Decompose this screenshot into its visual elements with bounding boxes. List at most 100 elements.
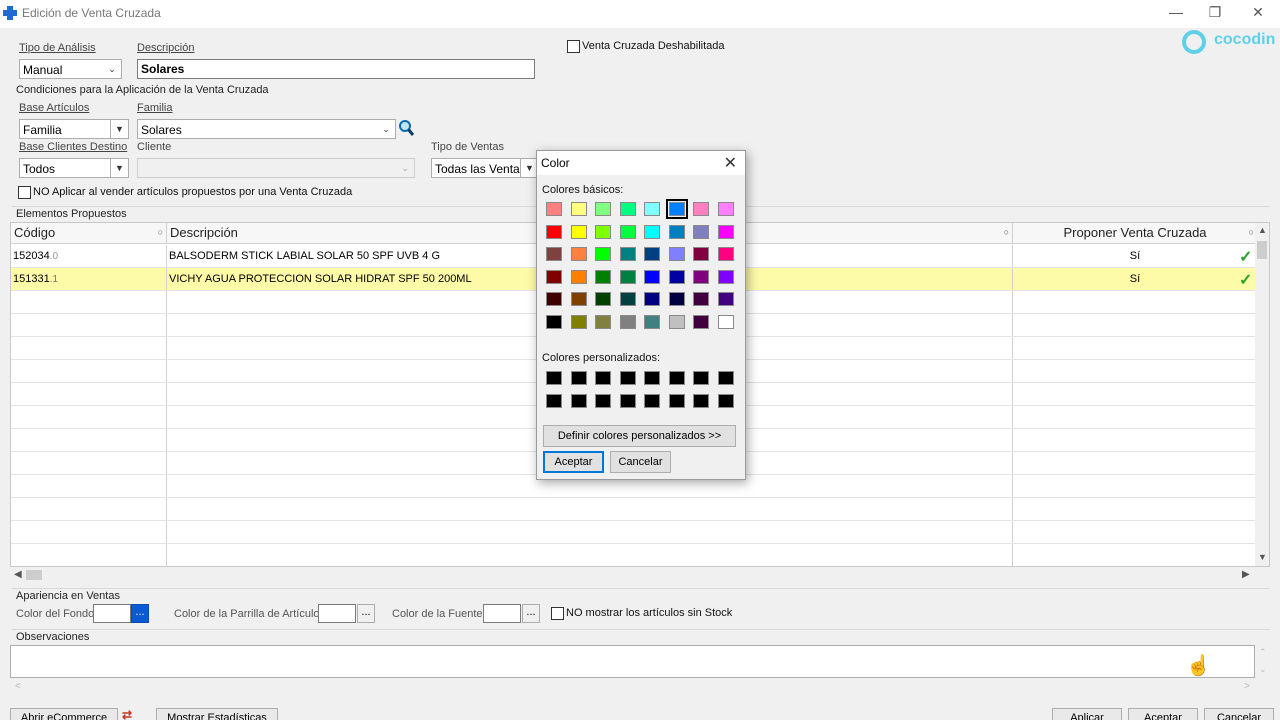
color-swatch[interactable] bbox=[665, 199, 688, 219]
define-custom-colors-button[interactable]: Definir colores personalizados >> bbox=[543, 425, 736, 447]
scroll-down-icon[interactable]: ▼ bbox=[1258, 552, 1267, 562]
color-swatch[interactable] bbox=[668, 247, 685, 261]
color-swatch[interactable] bbox=[717, 202, 734, 216]
col-proponer-header[interactable]: Proponer Venta Cruzada ○ bbox=[1013, 223, 1257, 244]
dialog-accept-button[interactable]: Aceptar bbox=[543, 451, 604, 473]
descripcion-input[interactable]: Solares bbox=[137, 59, 535, 79]
color-swatch[interactable] bbox=[717, 314, 734, 329]
color-parrilla-swatch[interactable] bbox=[318, 604, 356, 623]
color-swatch[interactable] bbox=[644, 269, 660, 284]
color-swatch[interactable] bbox=[546, 371, 562, 385]
search-icon[interactable] bbox=[398, 119, 414, 137]
color-swatch[interactable] bbox=[693, 269, 709, 284]
color-swatch[interactable] bbox=[693, 202, 709, 216]
color-swatch[interactable] bbox=[644, 247, 660, 261]
grid-horizontal-scrollbar[interactable]: ◀ ▶ bbox=[10, 567, 1270, 583]
scroll-up-icon[interactable]: ▲ bbox=[1258, 225, 1267, 235]
color-swatch[interactable] bbox=[619, 314, 636, 329]
color-fuente-picker-button[interactable]: ... bbox=[522, 604, 540, 623]
color-swatch[interactable] bbox=[717, 224, 734, 239]
color-swatch[interactable] bbox=[644, 202, 660, 216]
color-swatch[interactable] bbox=[546, 393, 562, 408]
color-swatch[interactable] bbox=[619, 202, 636, 216]
color-swatch[interactable] bbox=[619, 371, 636, 385]
color-swatch[interactable] bbox=[570, 247, 587, 261]
no-mostrar-checkbox[interactable] bbox=[551, 607, 564, 620]
color-swatch[interactable] bbox=[668, 393, 685, 408]
color-swatch[interactable] bbox=[668, 292, 685, 306]
color-swatch[interactable] bbox=[570, 269, 587, 284]
color-swatch[interactable] bbox=[644, 371, 660, 385]
grid-vertical-scrollbar[interactable]: ▲ ▼ bbox=[1255, 223, 1269, 566]
cancelar-button[interactable]: Cancelar bbox=[1204, 708, 1274, 720]
cliente-select[interactable]: ⌄ bbox=[137, 158, 415, 178]
abrir-ecommerce-button[interactable]: Abrir eCommerce bbox=[10, 708, 118, 720]
color-swatch[interactable] bbox=[570, 393, 587, 408]
color-swatch[interactable] bbox=[619, 224, 636, 239]
color-swatch[interactable] bbox=[570, 224, 587, 239]
color-swatch[interactable] bbox=[717, 247, 734, 261]
color-swatch[interactable] bbox=[619, 292, 636, 306]
dialog-cancel-button[interactable]: Cancelar bbox=[610, 451, 671, 473]
color-swatch[interactable] bbox=[644, 224, 660, 239]
color-swatch[interactable] bbox=[595, 371, 611, 385]
color-swatch[interactable] bbox=[595, 247, 611, 261]
aceptar-button[interactable]: Aceptar bbox=[1128, 708, 1198, 720]
color-swatch[interactable] bbox=[546, 314, 562, 329]
color-swatch[interactable] bbox=[668, 314, 685, 329]
color-swatch[interactable] bbox=[619, 269, 636, 284]
color-swatch[interactable] bbox=[570, 292, 587, 306]
color-swatch[interactable] bbox=[546, 202, 562, 216]
scroll-thumb[interactable] bbox=[1257, 241, 1267, 259]
color-swatch[interactable] bbox=[595, 292, 611, 306]
color-swatch[interactable] bbox=[693, 247, 709, 261]
color-swatch[interactable] bbox=[595, 269, 611, 284]
color-swatch[interactable] bbox=[717, 269, 734, 284]
color-swatch[interactable] bbox=[595, 314, 611, 329]
color-swatch[interactable] bbox=[668, 371, 685, 385]
no-aplicar-checkbox[interactable] bbox=[18, 186, 31, 199]
color-swatch[interactable] bbox=[619, 393, 636, 408]
close-button[interactable]: ✕ bbox=[1246, 3, 1270, 21]
color-swatch[interactable] bbox=[717, 292, 734, 306]
color-swatch[interactable] bbox=[693, 224, 709, 239]
color-swatch[interactable] bbox=[693, 393, 709, 408]
col-codigo-header[interactable]: Código ○ bbox=[11, 223, 167, 244]
base-articulos-select[interactable]: Familia ▼ bbox=[19, 119, 129, 139]
color-swatch[interactable] bbox=[595, 393, 611, 408]
color-swatch[interactable] bbox=[570, 202, 587, 216]
scroll-left-icon[interactable]: < bbox=[15, 681, 21, 692]
scroll-up-icon[interactable]: ⌃ bbox=[1259, 647, 1267, 658]
color-swatch[interactable] bbox=[644, 292, 660, 306]
aplicar-button[interactable]: Aplicar bbox=[1052, 708, 1122, 720]
color-swatch[interactable] bbox=[595, 202, 611, 216]
color-swatch[interactable] bbox=[668, 269, 685, 284]
color-swatch[interactable] bbox=[668, 224, 685, 239]
close-icon[interactable]: ✕ bbox=[724, 153, 737, 173]
color-fondo-swatch[interactable] bbox=[93, 604, 131, 623]
base-clientes-select[interactable]: Todos ▼ bbox=[19, 158, 129, 178]
color-swatch[interactable] bbox=[546, 247, 562, 261]
color-swatch[interactable] bbox=[546, 224, 562, 239]
color-swatch[interactable] bbox=[693, 314, 709, 329]
color-swatch[interactable] bbox=[570, 371, 587, 385]
scroll-thumb[interactable] bbox=[26, 570, 42, 580]
color-fondo-picker-button[interactable]: ... bbox=[131, 604, 149, 623]
color-parrilla-picker-button[interactable]: ... bbox=[357, 604, 375, 623]
tipo-ventas-select[interactable]: Todas las Ventas ▼ bbox=[431, 158, 539, 178]
color-swatch[interactable] bbox=[595, 224, 611, 239]
restore-button[interactable]: ❐ bbox=[1203, 3, 1227, 21]
observaciones-textarea[interactable] bbox=[10, 645, 1255, 678]
color-swatch[interactable] bbox=[619, 247, 636, 261]
tipo-analisis-select[interactable]: Manual ⌄ bbox=[19, 59, 122, 79]
scroll-left-icon[interactable]: ◀ bbox=[14, 569, 22, 580]
familia-select[interactable]: Solares ⌄ bbox=[137, 119, 396, 139]
deshabilitada-checkbox[interactable] bbox=[567, 40, 580, 53]
minimize-button[interactable]: — bbox=[1164, 3, 1188, 21]
scroll-down-icon[interactable]: ⌄ bbox=[1259, 664, 1267, 675]
color-swatch[interactable] bbox=[546, 269, 562, 284]
color-swatch[interactable] bbox=[644, 393, 660, 408]
color-swatch[interactable] bbox=[570, 314, 587, 329]
color-swatch[interactable] bbox=[693, 371, 709, 385]
color-swatch[interactable] bbox=[717, 393, 734, 408]
